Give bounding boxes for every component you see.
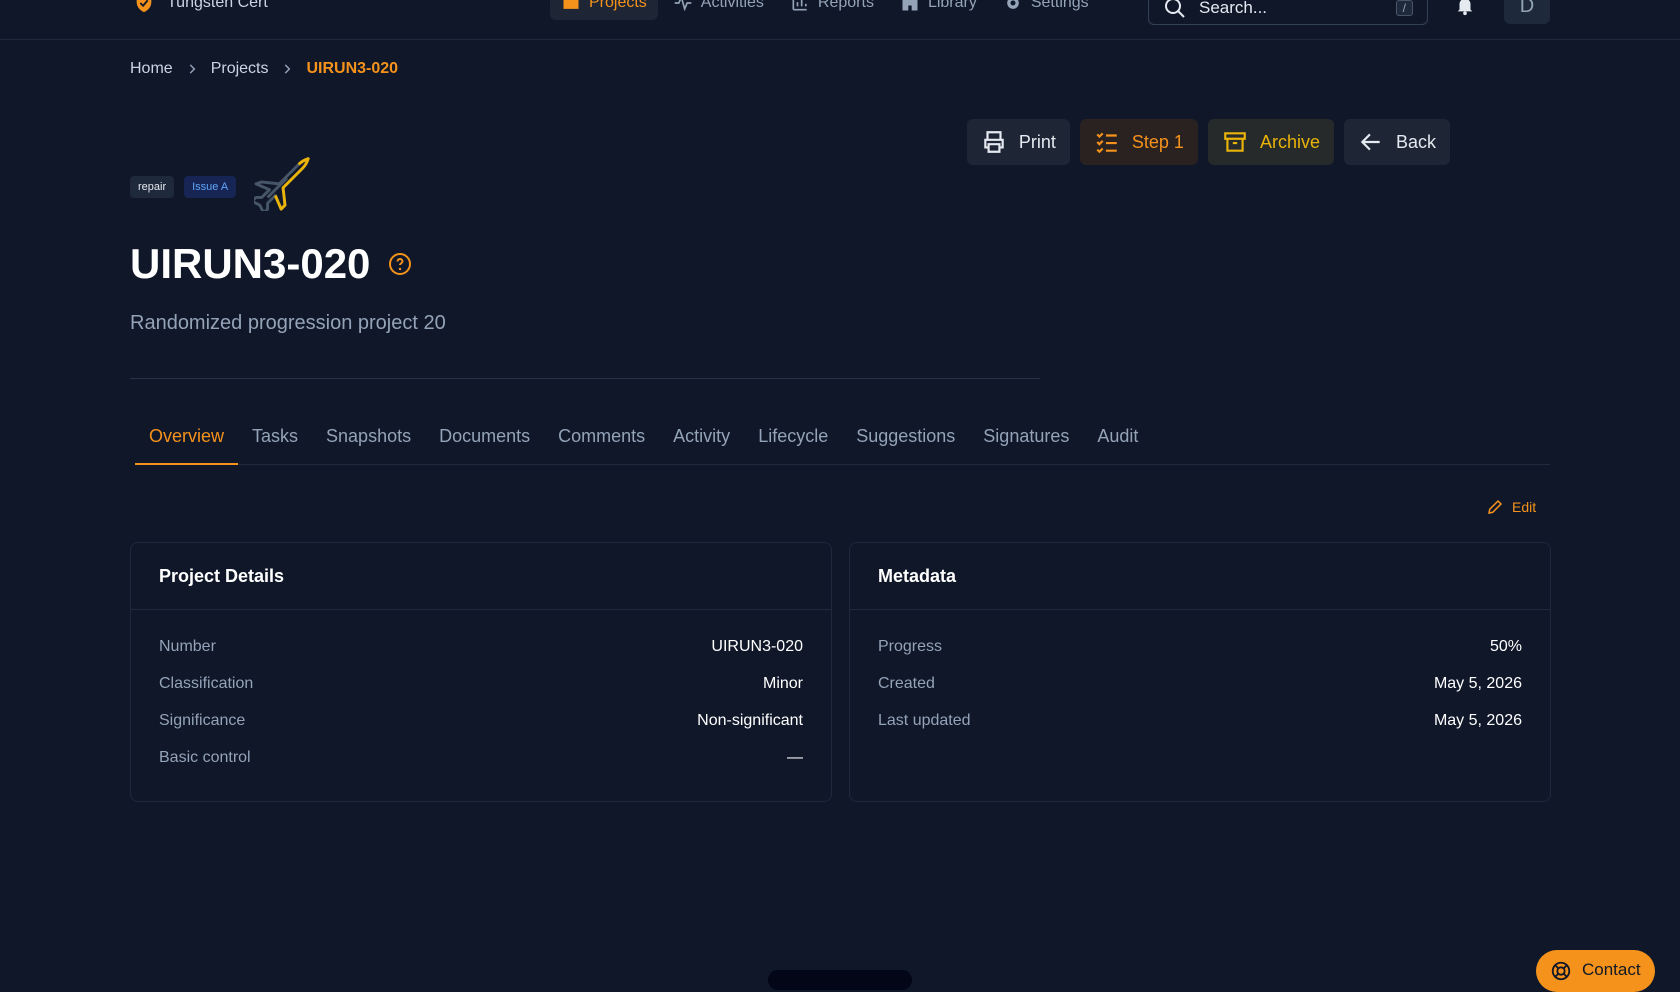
search-shortcut-key: / bbox=[1395, 0, 1413, 16]
tab-tasks[interactable]: Tasks bbox=[238, 420, 312, 465]
action-buttons: Print Step 1 Archive Back bbox=[966, 119, 1450, 165]
contact-label: Contact bbox=[1582, 960, 1641, 979]
shield-check-icon bbox=[136, 0, 152, 13]
archive-label: Archive bbox=[1259, 131, 1320, 152]
search-icon bbox=[1165, 0, 1185, 18]
step-button[interactable]: Step 1 bbox=[1079, 119, 1198, 165]
search-input[interactable]: Search... / bbox=[1148, 0, 1428, 25]
tab-documents[interactable]: Documents bbox=[425, 420, 544, 465]
project-details-card: Project Details Number UIRUN3-020 Classif… bbox=[130, 542, 832, 802]
building-icon bbox=[902, 0, 918, 11]
metadata-card: Metadata Progress 50% Created May 5, 2026 … bbox=[849, 542, 1551, 802]
tab-suggestions[interactable]: Suggestions bbox=[842, 420, 969, 465]
gear-icon bbox=[1007, 0, 1019, 9]
brand[interactable]: Tungsten Cert bbox=[133, 0, 268, 14]
airplane-icon bbox=[254, 157, 310, 211]
row-label: Last updated bbox=[878, 712, 971, 729]
print-button[interactable]: Print bbox=[966, 119, 1070, 165]
nav-item-settings[interactable]: Settings bbox=[992, 0, 1100, 20]
archive-icon bbox=[1224, 132, 1246, 152]
avatar[interactable]: D bbox=[1504, 0, 1550, 24]
pencil-icon bbox=[1488, 499, 1503, 514]
nav-item-label: Activities bbox=[700, 0, 764, 11]
back-label: Back bbox=[1395, 131, 1436, 152]
row-value: Minor bbox=[762, 675, 803, 692]
folder-icon bbox=[563, 0, 579, 9]
metadata-row: Progress 50% bbox=[878, 638, 1522, 675]
row-label: Number bbox=[159, 638, 216, 655]
metadata-row: Last updated May 5, 2026 bbox=[878, 712, 1522, 749]
nav-item-label: Settings bbox=[1030, 0, 1089, 11]
search-placeholder: Search... bbox=[1199, 0, 1268, 17]
top-navigation-bar: Tungsten Cert Projects Activities Report… bbox=[0, 0, 1680, 40]
tab-comments[interactable]: Comments bbox=[544, 420, 659, 465]
help-circle-icon[interactable] bbox=[388, 252, 412, 276]
card-title: Metadata bbox=[850, 543, 1550, 610]
nav-item-library[interactable]: Library bbox=[889, 0, 988, 20]
metadata-row: Created May 5, 2026 bbox=[878, 675, 1522, 712]
row-value: May 5, 2026 bbox=[1433, 712, 1522, 729]
arrow-left-icon bbox=[1360, 133, 1380, 151]
chevron-right-icon bbox=[285, 64, 291, 74]
detail-row: Classification Minor bbox=[159, 675, 803, 712]
divider bbox=[130, 378, 1040, 379]
bar-chart-icon bbox=[792, 0, 807, 11]
card-title: Project Details bbox=[131, 543, 831, 610]
chevron-right-icon bbox=[189, 64, 196, 74]
row-value: 50% bbox=[1489, 638, 1522, 655]
row-value: UIRUN3-020 bbox=[711, 638, 803, 655]
row-value: May 5, 2026 bbox=[1433, 675, 1522, 692]
breadcrumb-current: UIRUN3-020 bbox=[306, 60, 399, 77]
tab-audit[interactable]: Audit bbox=[1083, 420, 1152, 465]
row-label: Basic control bbox=[159, 749, 251, 766]
step-label: Step 1 bbox=[1131, 131, 1184, 152]
tag-issue: Issue A bbox=[184, 176, 237, 198]
brand-name: Tungsten Cert bbox=[167, 0, 268, 11]
contact-button[interactable]: Contact bbox=[1536, 950, 1655, 992]
printer-icon bbox=[984, 131, 1004, 153]
project-tags: repair Issue A bbox=[130, 157, 316, 211]
tab-activity[interactable]: Activity bbox=[659, 420, 744, 465]
tag-repair: repair bbox=[130, 176, 175, 198]
main-nav: Projects Activities Reports Library Sett… bbox=[550, 0, 1100, 20]
row-label: Significance bbox=[159, 712, 246, 729]
breadcrumb: Home Projects UIRUN3-020 bbox=[130, 60, 398, 78]
tab-lifecycle[interactable]: Lifecycle bbox=[744, 420, 842, 465]
bottom-toast-pill bbox=[768, 970, 912, 990]
row-label: Classification bbox=[159, 675, 254, 692]
row-value: — bbox=[787, 749, 803, 766]
back-button[interactable]: Back bbox=[1343, 119, 1450, 165]
edit-button[interactable]: Edit bbox=[1486, 498, 1536, 516]
project-title: UIRUN3-020 bbox=[130, 240, 371, 287]
nav-item-projects[interactable]: Projects bbox=[550, 0, 658, 20]
pulse-icon bbox=[674, 0, 692, 12]
nav-item-activities[interactable]: Activities bbox=[662, 0, 775, 20]
row-label: Created bbox=[878, 675, 935, 692]
project-subtitle: Randomized progression project 20 bbox=[130, 312, 446, 334]
detail-row: Significance Non-significant bbox=[159, 712, 803, 749]
tab-signatures[interactable]: Signatures bbox=[969, 420, 1083, 465]
breadcrumb-home[interactable]: Home bbox=[130, 60, 173, 78]
row-value: Non-significant bbox=[697, 712, 803, 729]
edit-label: Edit bbox=[1512, 499, 1537, 515]
print-label: Print bbox=[1018, 131, 1056, 152]
nav-item-label: Reports bbox=[817, 0, 874, 11]
nav-item-reports[interactable]: Reports bbox=[779, 0, 885, 20]
checklist-icon bbox=[1096, 132, 1117, 154]
lifebuoy-icon bbox=[1551, 961, 1571, 981]
detail-row: Number UIRUN3-020 bbox=[159, 638, 803, 675]
tab-overview[interactable]: Overview bbox=[135, 420, 239, 465]
nav-item-label: Library bbox=[927, 0, 977, 11]
tab-bar: Overview Tasks Snapshots Documents Comme… bbox=[135, 420, 1550, 465]
page-title: UIRUN3-020 bbox=[130, 240, 412, 288]
breadcrumb-projects[interactable]: Projects bbox=[211, 60, 269, 78]
bell-icon[interactable] bbox=[1454, 0, 1476, 16]
archive-button[interactable]: Archive bbox=[1207, 119, 1334, 165]
tab-snapshots[interactable]: Snapshots bbox=[312, 420, 425, 465]
nav-item-label: Projects bbox=[589, 0, 647, 11]
row-label: Progress bbox=[878, 638, 943, 655]
detail-row: Basic control — bbox=[159, 749, 803, 786]
